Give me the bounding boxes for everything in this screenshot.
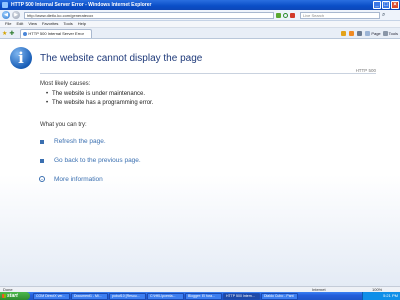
refresh-link-label: Refresh the page.	[54, 138, 106, 145]
window-title: HTTP 500 Internal Server Error - Windows…	[11, 2, 152, 8]
bullet-square-icon	[40, 140, 44, 144]
cause-item: The website is under maintenance.	[46, 91, 145, 97]
feeds-icon	[349, 31, 355, 37]
menu-tools[interactable]: Tools	[63, 21, 72, 27]
home-button[interactable]	[341, 30, 347, 37]
taskbar-button[interactable]: Blogger: El fora...	[185, 292, 222, 300]
menu-view[interactable]: View	[28, 21, 37, 27]
info-icon: i	[10, 47, 32, 69]
taskbar-button[interactable]: Dlaldo Cubo - Pant	[261, 292, 298, 300]
causes-heading: Most likely causes:	[40, 81, 91, 87]
cause-item: The website has a programming error.	[46, 100, 153, 106]
clock: 5:21 PM	[383, 293, 398, 298]
home-icon	[341, 31, 347, 37]
tab-label: HTTP 500 Internal Server Error	[28, 30, 84, 36]
ie-icon	[2, 2, 8, 8]
window-titlebar: HTTP 500 Internal Server Error - Windows…	[0, 0, 400, 10]
search-input[interactable]: Live Search	[300, 11, 380, 19]
address-input[interactable]: http://www.dietlo.ko.com/generatecox	[24, 11, 274, 19]
go-back-link-label: Go back to the previous page.	[54, 157, 141, 164]
expand-chevron-icon: ⌄	[39, 176, 45, 182]
refresh-link[interactable]: Refresh the page.	[40, 138, 106, 145]
taskbar-button[interactable]: pobuf10 [Resou...	[109, 292, 146, 300]
refresh-icon[interactable]	[283, 12, 288, 18]
gear-icon	[382, 31, 388, 37]
add-favorites-icon[interactable]: ✚	[9, 30, 14, 37]
menu-edit[interactable]: Edit	[16, 21, 23, 27]
try-heading: What you can try:	[40, 122, 87, 128]
windows-logo-icon	[2, 294, 6, 298]
menu-help[interactable]: Help	[78, 21, 86, 27]
menu-file[interactable]: File	[5, 21, 11, 27]
forward-button[interactable]: ▶	[12, 11, 20, 19]
close-button[interactable]: ×	[391, 1, 399, 9]
tools-menu-label: Tools	[388, 31, 398, 36]
address-toolbar: ◀ ▶ http://www.dietlo.ko.com/generatecox…	[0, 10, 400, 21]
taskbar-button-active[interactable]: HTTP 500 Intern...	[223, 292, 260, 300]
minimize-button[interactable]: _	[373, 1, 381, 9]
tab-bar: ★ ✚ HTTP 500 Internal Server Error Page …	[0, 28, 400, 39]
menu-favorites[interactable]: Favorites	[42, 21, 58, 27]
command-bar: Page Tools	[341, 30, 398, 37]
tools-menu-button[interactable]: Tools	[382, 30, 398, 37]
page-content: i The website cannot display the page HT…	[0, 39, 400, 286]
stop-icon[interactable]	[290, 12, 295, 18]
divider	[40, 73, 376, 74]
window-controls: _ □ ×	[373, 1, 399, 9]
page-menu-label: Page	[371, 31, 381, 36]
taskbar-button[interactable]: C:\HKL\pcexta...	[147, 292, 184, 300]
taskbar-button[interactable]: Document1 - Mi...	[71, 292, 108, 300]
taskbar: start COM DirectX ver... Document1 - Mi.…	[0, 292, 400, 300]
menu-bar: File Edit View Favorites Tools Help	[0, 21, 400, 28]
search-icon[interactable]: ⌕	[382, 12, 385, 19]
page-menu-icon	[365, 31, 371, 37]
favorites-star-icon[interactable]: ★	[2, 30, 7, 37]
tab-current[interactable]: HTTP 500 Internal Server Error	[20, 28, 93, 38]
back-button[interactable]: ◀	[2, 11, 10, 19]
maximize-button[interactable]: □	[382, 1, 390, 9]
feeds-button[interactable]	[349, 30, 355, 37]
print-button[interactable]	[357, 30, 363, 37]
system-tray: 5:21 PM	[362, 292, 400, 300]
go-back-link[interactable]: Go back to the previous page.	[40, 157, 141, 164]
printer-icon	[357, 31, 363, 37]
page-icon	[23, 31, 28, 36]
bullet-square-icon	[40, 159, 44, 163]
more-information-label: More information	[54, 176, 103, 183]
more-information-link[interactable]: ⌄ More information	[39, 176, 103, 183]
page-title: The website cannot display the page	[40, 53, 203, 64]
start-label: start	[7, 293, 18, 299]
go-icon[interactable]	[276, 12, 281, 18]
start-button[interactable]: start	[0, 292, 30, 300]
taskbar-button[interactable]: COM DirectX ver...	[33, 292, 70, 300]
page-menu-button[interactable]: Page	[365, 30, 381, 37]
taskbar-buttons: COM DirectX ver... Document1 - Mi... pob…	[33, 292, 298, 300]
